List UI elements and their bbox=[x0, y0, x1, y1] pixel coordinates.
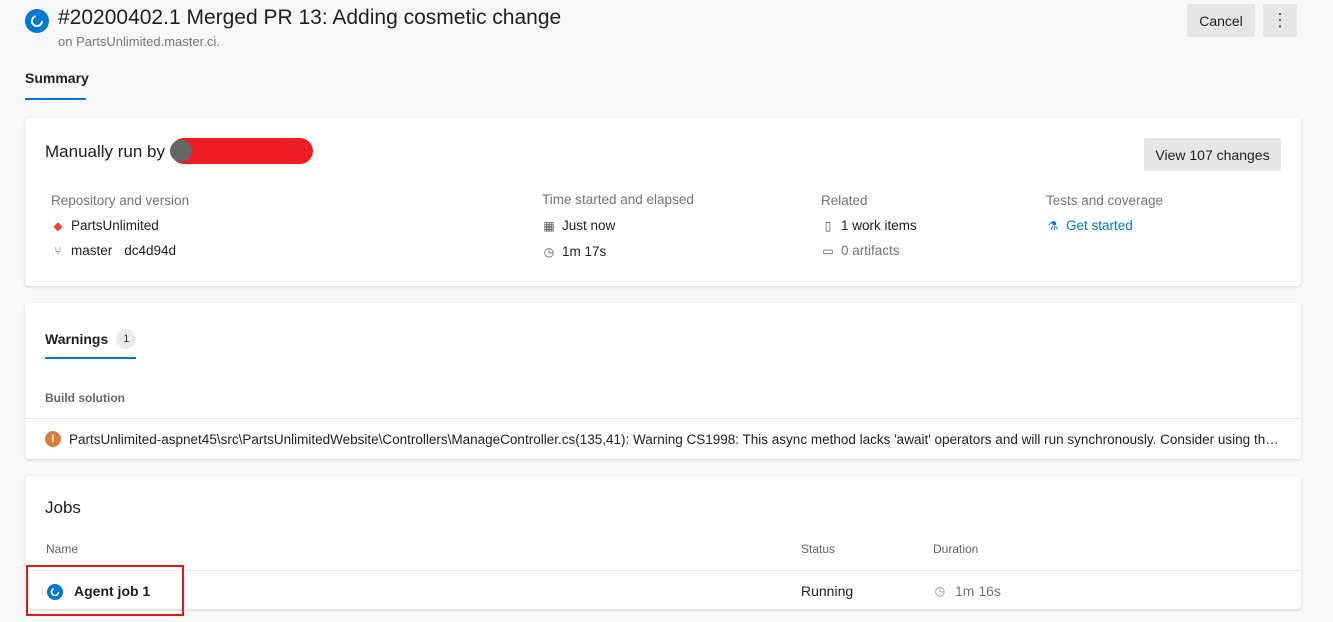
time-elapsed: ◷ 1m 17s bbox=[543, 244, 607, 259]
repository-link[interactable]: ◆ PartsUnlimited bbox=[51, 218, 158, 233]
repository-label: Repository and version bbox=[51, 193, 190, 208]
tests-label: Tests and coverage bbox=[1046, 193, 1164, 208]
tab-warnings[interactable]: Warnings 1 bbox=[45, 329, 137, 359]
column-header-duration: Duration bbox=[933, 542, 979, 556]
work-items-link[interactable]: ▯ 1 work items bbox=[821, 218, 917, 233]
avatar bbox=[170, 140, 192, 162]
cancel-button[interactable]: Cancel bbox=[1187, 4, 1255, 37]
run-summary-card: Manually run by View 107 changes Reposit… bbox=[25, 118, 1301, 286]
clock-icon: ◷ bbox=[543, 244, 555, 259]
pipeline-subtitle: on PartsUnlimited.master.ci. bbox=[58, 34, 220, 49]
clipboard-icon: ▯ bbox=[824, 218, 832, 233]
warnings-card: Warnings 1 Build solution ! PartsUnlimit… bbox=[25, 303, 1301, 459]
redacted-user-name bbox=[171, 138, 313, 164]
branch-commit: ⑂ master dc4d94d bbox=[51, 243, 176, 258]
warning-message[interactable]: PartsUnlimited-aspnet45\src\PartsUnlimit… bbox=[69, 432, 1281, 447]
tab-summary[interactable]: Summary bbox=[25, 70, 89, 100]
running-status-icon bbox=[25, 9, 49, 33]
view-changes-button[interactable]: View 107 changes bbox=[1144, 138, 1281, 171]
artifacts-link[interactable]: ▭ 0 artifacts bbox=[821, 243, 899, 258]
clock-icon: ◷ bbox=[934, 584, 946, 598]
job-duration: ◷ 1m 16s bbox=[934, 583, 1001, 599]
branch-icon: ⑂ bbox=[54, 243, 62, 258]
warnings-count-badge: 1 bbox=[116, 329, 137, 349]
artifact-icon: ▭ bbox=[822, 243, 834, 258]
beaker-icon: ⚗ bbox=[1047, 218, 1059, 233]
branch-name[interactable]: master bbox=[71, 243, 112, 258]
column-header-status: Status bbox=[801, 542, 836, 556]
git-repo-icon: ◆ bbox=[53, 218, 63, 233]
page-title: #20200402.1 Merged PR 13: Adding cosmeti… bbox=[58, 6, 562, 29]
more-actions-button[interactable]: ⋮ bbox=[1263, 4, 1297, 37]
job-status: Running bbox=[801, 583, 854, 599]
commit-id[interactable]: dc4d94d bbox=[124, 243, 176, 258]
calendar-icon: ▦ bbox=[543, 218, 555, 233]
time-started: ▦ Just now bbox=[543, 218, 616, 233]
get-started-link[interactable]: ⚗ Get started bbox=[1046, 218, 1133, 233]
warning-icon: ! bbox=[45, 431, 61, 447]
related-label: Related bbox=[821, 193, 868, 208]
warning-section-title: Build solution bbox=[45, 391, 125, 405]
jobs-title: Jobs bbox=[45, 498, 81, 517]
manual-run-label: Manually run by bbox=[45, 142, 166, 161]
time-label: Time started and elapsed bbox=[542, 192, 694, 207]
jobs-card: Jobs Name Status Duration Agent job 1 Ru… bbox=[25, 476, 1301, 609]
divider bbox=[25, 418, 1301, 419]
column-header-name: Name bbox=[46, 542, 79, 556]
table-row[interactable] bbox=[25, 571, 1301, 609]
highlight-annotation bbox=[26, 565, 184, 616]
